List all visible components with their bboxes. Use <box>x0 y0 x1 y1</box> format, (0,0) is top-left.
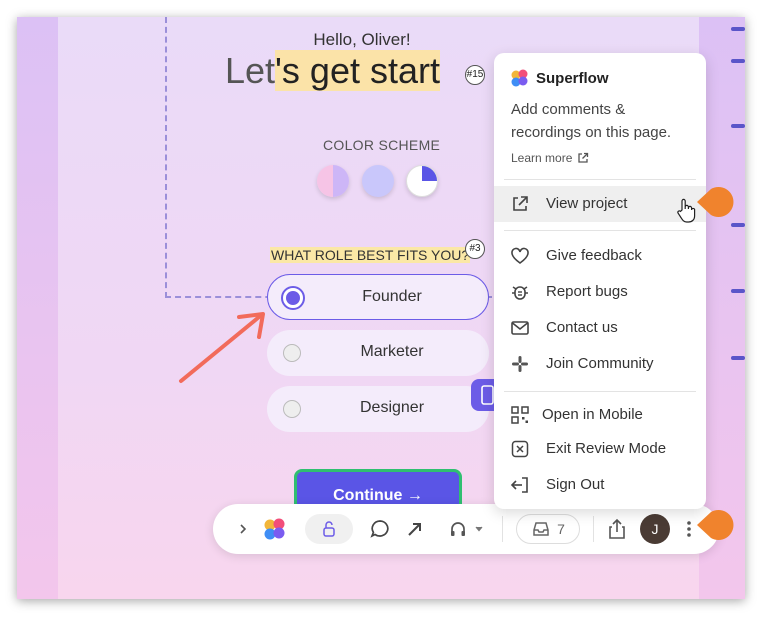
menu-item-label: Open in Mobile <box>542 406 643 423</box>
role-label: Founder <box>362 288 422 305</box>
close-box-icon <box>511 440 529 458</box>
avatar: J <box>640 514 670 544</box>
menu-brand: Superflow <box>510 68 609 88</box>
more-vertical-icon <box>687 521 691 537</box>
mail-icon <box>511 321 529 335</box>
inbox-button[interactable]: 7 <box>516 514 580 544</box>
chevron-down-icon <box>475 526 483 532</box>
expand-toolbar-button[interactable] <box>233 504 253 554</box>
menu-item-sign-out[interactable]: Sign Out <box>494 467 706 503</box>
share-icon <box>609 518 625 539</box>
toolbar-divider <box>502 516 503 542</box>
slack-icon <box>512 356 528 372</box>
more-menu-button[interactable] <box>681 504 697 554</box>
color-swatch-pink[interactable] <box>317 165 349 197</box>
share-button[interactable] <box>602 504 632 554</box>
app-window: Hello, Oliver! Let's get starte #15 COLO… <box>17 17 745 599</box>
superflow-menu: Superflow Add comments & recordings on t… <box>494 53 706 509</box>
comment-badge-3[interactable]: #3 <box>465 239 485 259</box>
menu-item-report-bugs[interactable]: Report bugs <box>494 274 706 310</box>
menu-item-give-feedback[interactable]: Give feedback <box>494 238 706 274</box>
annotation-arrow <box>179 312 265 383</box>
superflow-logo-icon <box>511 69 528 87</box>
ruler-tick <box>731 59 745 63</box>
hand-cursor-icon <box>677 198 696 223</box>
toolbar-divider <box>593 516 594 542</box>
menu-separator <box>504 391 696 392</box>
left-gutter <box>17 17 58 599</box>
color-swatch-custom[interactable] <box>406 165 438 197</box>
role-option-designer[interactable]: Designer <box>267 386 489 432</box>
headline-highlight: 's get start <box>275 50 440 91</box>
role-label: Marketer <box>360 343 424 360</box>
ruler-tick <box>731 124 745 128</box>
radio-unselected[interactable] <box>283 400 301 418</box>
ruler-tick <box>731 27 745 31</box>
menu-item-exit-review-mode[interactable]: Exit Review Mode <box>494 431 706 467</box>
menu-item-label: Give feedback <box>546 247 642 264</box>
qr-code-icon <box>511 406 529 424</box>
superflow-logo-icon <box>264 518 285 540</box>
color-swatch-lavender[interactable] <box>362 165 394 197</box>
menu-item-view-project[interactable]: View project <box>494 186 706 222</box>
user-avatar[interactable]: J <box>639 504 671 554</box>
headline-prefix: Let <box>225 50 276 91</box>
callout-marker <box>697 187 734 217</box>
greeting-text: Hello, Oliver! <box>313 30 411 49</box>
ruler-tick <box>731 223 745 227</box>
color-scheme-label: COLOR SCHEME <box>323 137 441 153</box>
menu-description: Add comments & recordings on this page. <box>511 101 672 141</box>
learn-more-link[interactable]: Learn more <box>511 151 589 165</box>
learn-more-label: Learn more <box>511 151 573 165</box>
menu-item-open-in-mobile[interactable]: Open in Mobile <box>494 397 706 433</box>
comment-badge-15[interactable]: #15 <box>465 65 485 85</box>
radio-unselected[interactable] <box>283 344 301 362</box>
unlock-icon <box>323 521 335 537</box>
sign-out-icon <box>510 477 528 493</box>
arrow-up-right-icon <box>408 523 421 536</box>
role-option-marketer[interactable]: Marketer <box>267 330 489 376</box>
menu-separator <box>504 179 696 180</box>
comment-tool-button[interactable] <box>365 504 395 554</box>
review-toolbar: 7 J <box>213 504 719 554</box>
external-link-icon <box>578 152 589 163</box>
heart-icon <box>511 247 529 264</box>
menu-item-contact-us[interactable]: Contact us <box>494 310 706 346</box>
menu-item-label: Sign Out <box>546 476 605 493</box>
headphones-icon <box>451 522 465 536</box>
external-link-icon <box>513 196 528 211</box>
page-headline: Let's get starte <box>225 50 460 92</box>
role-question: WHAT ROLE BEST FITS YOU? <box>270 247 471 263</box>
inbox-icon <box>533 522 549 536</box>
menu-item-label: View project <box>546 195 628 212</box>
chevron-right-icon <box>240 524 247 534</box>
menu-item-label: Report bugs <box>546 283 628 300</box>
radio-selected[interactable] <box>281 286 305 310</box>
lock-toggle[interactable] <box>305 514 353 544</box>
ruler-tick <box>731 289 745 293</box>
ruler-tick <box>731 356 745 360</box>
role-option-founder[interactable]: Founder <box>267 274 489 320</box>
superflow-logo-button[interactable] <box>260 504 290 554</box>
brand-name: Superflow <box>536 69 609 87</box>
role-label: Designer <box>359 399 425 416</box>
menu-item-join-community[interactable]: Join Community <box>494 346 706 382</box>
menu-separator <box>504 230 696 231</box>
audio-menu-button[interactable] <box>442 504 490 554</box>
callout-marker <box>697 510 734 540</box>
screenshot-stage: Hello, Oliver! Let's get starte #15 COLO… <box>0 0 763 617</box>
bug-icon <box>512 286 528 300</box>
menu-item-label: Join Community <box>546 355 654 372</box>
inbox-count: 7 <box>557 521 565 537</box>
menu-item-label: Exit Review Mode <box>546 440 667 457</box>
menu-item-label: Contact us <box>546 319 618 336</box>
arrow-tool-button[interactable] <box>401 504 429 554</box>
comment-icon <box>370 520 389 538</box>
